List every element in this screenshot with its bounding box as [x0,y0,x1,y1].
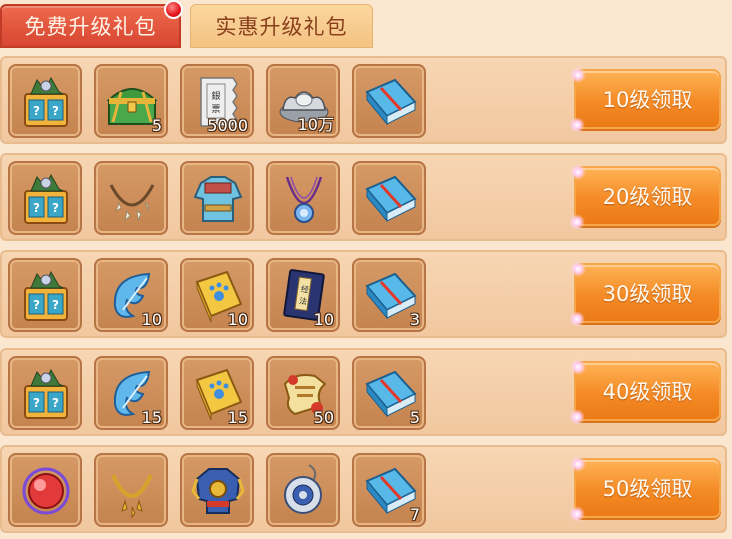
sparkle-icon [570,261,586,277]
item-quantity: 5000 [207,116,248,135]
reward-item-slot[interactable] [266,161,340,235]
reward-item-slot[interactable]: 7 [352,453,426,527]
reward-item-slot[interactable]: 50 [266,356,340,430]
sparkle-icon [569,311,585,327]
sparkle-icon [570,164,586,180]
reward-item-slot[interactable] [180,453,254,527]
svg-text:法: 法 [299,295,308,306]
claim-button[interactable]: 10级领取 [569,67,721,133]
item-quantity: 50 [313,408,334,427]
item-quantity: 5 [409,408,420,427]
item-quantity: 10 [141,310,162,329]
sparkle-icon [570,67,586,83]
reward-item-slot[interactable] [94,161,168,235]
svg-text:?: ? [52,298,59,312]
pendant-icon [285,176,323,223]
svg-text:?: ? [33,298,40,312]
reward-row: ?? 15 15 50 5 40级领取 [0,348,727,436]
svg-text:?: ? [52,201,59,215]
jade-medallion-icon [284,464,322,514]
tab-discount-upgrade-gift-label: 实惠升级礼包 [215,15,348,39]
blue-book-icon [365,78,417,126]
item-quantity: 15 [227,408,248,427]
mystery-chest-icon: ?? [24,368,68,419]
reward-item-slot[interactable]: 5 [352,356,426,430]
claim-button-label: 50级领取 [602,477,693,501]
reward-row: ?? 5 銀票 5000 10万 10级领取 [0,56,727,144]
sparkle-icon [569,214,585,230]
reward-item-slot[interactable]: ?? [8,161,82,235]
reward-row: ?? 10 10 经法 10 3 30级领取 [0,250,727,338]
reward-item-slot[interactable]: 15 [94,356,168,430]
reward-item-slot[interactable] [180,161,254,235]
reward-item-slot[interactable]: 15 [180,356,254,430]
tab-discount-upgrade-gift[interactable]: 实惠升级礼包 [190,4,373,48]
mystery-chest-icon: ?? [24,270,68,321]
sparkle-icon [570,359,586,375]
mystery-chest-icon: ?? [24,173,68,224]
svg-text:票: 票 [211,104,220,115]
armor-icon [193,176,243,222]
reward-item-slot[interactable]: 10 [180,258,254,332]
claim-button[interactable]: 30级领取 [569,261,721,327]
claim-button-label: 40级领取 [602,380,693,404]
svg-text:经: 经 [300,284,309,295]
reward-item-slot[interactable] [8,453,82,527]
claim-button-label: 10级领取 [602,88,693,112]
sparkle-icon [569,117,585,133]
item-quantity: 10 [227,310,248,329]
sparkle-icon [570,456,586,472]
reward-row: 7 50级领取 [0,445,727,533]
sparkle-icon [569,506,585,522]
reward-item-slot[interactable]: ?? [8,356,82,430]
claim-button-label: 20级领取 [602,185,693,209]
reward-item-slot[interactable] [352,64,426,138]
reward-item-slot[interactable] [94,453,168,527]
item-quantity: 5 [151,116,162,135]
reward-item-slot[interactable] [266,453,340,527]
reward-item-slot[interactable]: 銀票 5000 [180,64,254,138]
tab-bar: 免费升级礼包 实惠升级礼包 [0,0,732,54]
blue-book-icon [365,175,417,223]
svg-text:?: ? [33,396,40,410]
tooth-necklace-icon [109,184,155,222]
reward-item-slot[interactable]: 10万 [266,64,340,138]
reward-row: ?? 20级领取 [0,153,727,241]
reward-item-slot[interactable]: 5 [94,64,168,138]
item-quantity: 3 [409,310,420,329]
svg-text:?: ? [33,201,40,215]
reward-item-slot[interactable]: 10 [94,258,168,332]
ornate-armor-icon [191,468,245,514]
tab-free-upgrade-gift-label: 免费升级礼包 [24,15,157,39]
tab-free-upgrade-gift[interactable]: 免费升级礼包 [0,4,181,48]
svg-text:?: ? [33,104,40,118]
gold-necklace-icon [111,474,153,519]
reward-item-slot[interactable]: ?? [8,64,82,138]
svg-text:銀: 銀 [211,90,220,102]
item-quantity: 10万 [297,115,334,134]
reward-item-slot[interactable] [352,161,426,235]
reward-item-slot[interactable]: 经法 10 [266,258,340,332]
claim-button[interactable]: 50级领取 [569,456,721,522]
claim-button[interactable]: 40级领取 [569,359,721,425]
reward-item-slot[interactable]: 3 [352,258,426,332]
reward-item-slot[interactable]: ?? [8,258,82,332]
item-quantity: 10 [313,310,334,329]
claim-button-label: 30级领取 [602,282,693,306]
mystery-chest-icon: ?? [24,76,68,127]
item-quantity: 15 [141,408,162,427]
red-orb-icon [22,467,70,515]
svg-text:?: ? [52,396,59,410]
sparkle-icon [569,409,585,425]
notification-badge-icon [164,0,183,19]
svg-text:?: ? [52,104,59,118]
claim-button[interactable]: 20级领取 [569,164,721,230]
item-quantity: 7 [409,505,420,524]
